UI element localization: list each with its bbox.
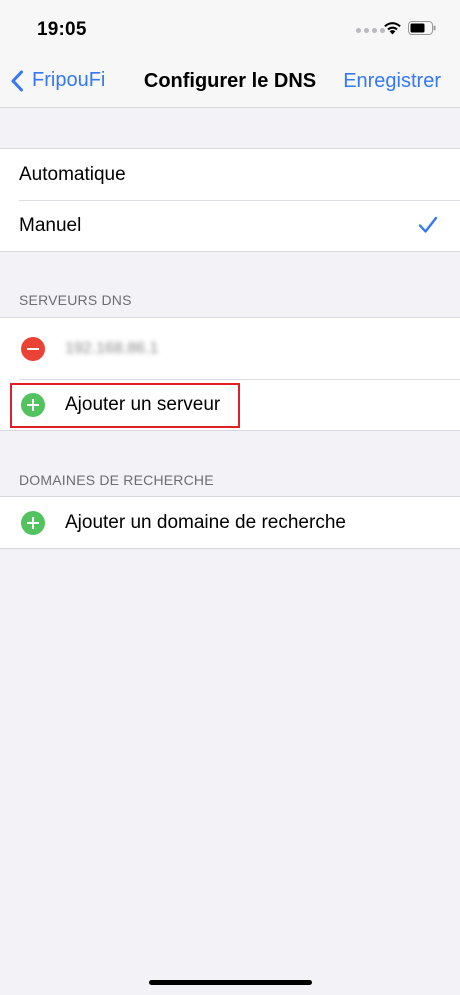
search-domains-header: DOMAINES DE RECHERCHE — [19, 472, 214, 488]
status-bar: 19:05 — [0, 0, 460, 58]
highlight-box — [10, 383, 240, 428]
search-domains-group: Ajouter un domaine de recherche — [0, 496, 460, 549]
battery-icon — [408, 21, 436, 35]
dns-mode-automatic[interactable]: Automatique — [0, 149, 460, 200]
dns-mode-manual-label: Manuel — [19, 214, 82, 236]
signal-dots-icon — [356, 28, 385, 33]
dns-mode-automatic-label: Automatique — [19, 163, 126, 185]
dns-mode-manual[interactable]: Manuel — [0, 200, 460, 251]
dns-server-address[interactable]: 192.168.86.1 — [65, 340, 158, 358]
home-indicator[interactable] — [149, 980, 312, 985]
status-time: 19:05 — [37, 19, 87, 40]
remove-server-icon[interactable] — [21, 336, 45, 361]
add-search-domain-row[interactable]: Ajouter un domaine de recherche — [0, 497, 460, 548]
save-button[interactable]: Enregistrer — [343, 70, 441, 93]
dns-mode-group: Automatique Manuel — [0, 148, 460, 252]
dns-server-row: 192.168.86.1 — [0, 318, 460, 379]
wifi-icon — [384, 22, 401, 35]
dns-servers-header: SERVEURS DNS — [19, 292, 132, 308]
checkmark-icon — [418, 216, 438, 233]
nav-bar: FripouFi Configurer le DNS Enregistrer — [0, 58, 460, 108]
add-search-domain-icon — [21, 510, 45, 535]
add-search-domain-label: Ajouter un domaine de recherche — [65, 511, 346, 533]
